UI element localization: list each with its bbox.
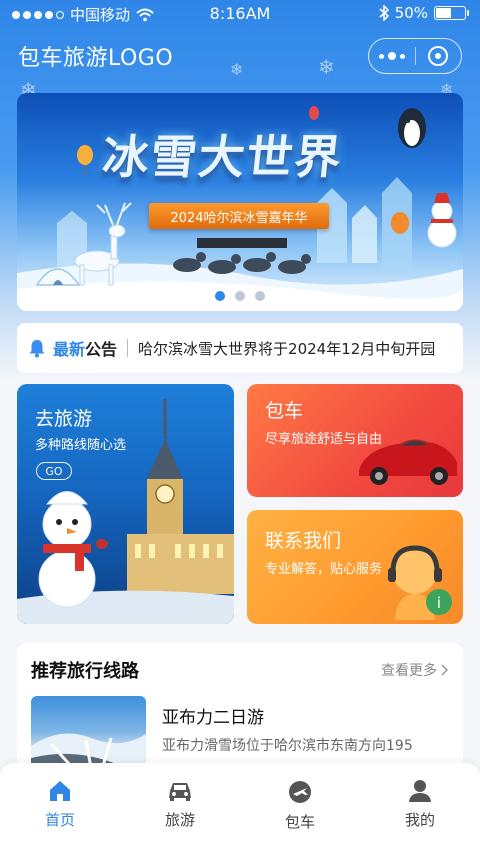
user-icon bbox=[409, 780, 431, 802]
tab-charter[interactable]: 包车 bbox=[240, 763, 360, 845]
car-icon bbox=[169, 783, 191, 801]
notice-label-highlight: 最新 bbox=[53, 340, 86, 359]
tab-home[interactable]: 首页 bbox=[0, 763, 120, 845]
tab-label: 我的 bbox=[404, 811, 435, 829]
snowflake-icon: ❄ bbox=[230, 60, 244, 79]
bell-icon bbox=[29, 340, 45, 358]
route-title[interactable]: 亚布力二日游 bbox=[162, 703, 264, 728]
notice-label: 公告 bbox=[85, 340, 118, 359]
charter-card-subtitle: 尽享旅途舒适与自由 bbox=[265, 432, 383, 447]
go-button[interactable]: GO bbox=[36, 462, 72, 480]
view-more-label: 查看更多 bbox=[381, 663, 437, 679]
battery-icon bbox=[434, 6, 469, 20]
app-title: 包车旅游LOGO bbox=[18, 46, 174, 71]
status-bar: 中国移动 8:16AM 50% bbox=[0, 0, 480, 28]
banner-dot[interactable] bbox=[255, 291, 265, 301]
banner-subtitle: 2024哈尔滨冰雪嘉年华 bbox=[149, 203, 329, 229]
bluetooth-icon bbox=[379, 5, 389, 21]
notice-text: 哈尔滨冰雪大世界将于2024年12月中旬开园 bbox=[138, 339, 436, 358]
tab-label: 包车 bbox=[284, 813, 315, 831]
miniprogram-capsule bbox=[368, 38, 462, 74]
banner-pagination bbox=[17, 291, 463, 301]
tab-profile[interactable]: 我的 bbox=[360, 763, 480, 845]
chevron-right-icon bbox=[441, 664, 449, 676]
banner-dot[interactable] bbox=[235, 291, 245, 301]
view-more-link[interactable]: 查看更多 bbox=[381, 660, 449, 680]
contact-card[interactable]: i 联系我们 专业解答，贴心服务 bbox=[247, 510, 463, 624]
more-options-button[interactable] bbox=[369, 39, 415, 73]
route-description: 亚布力滑雪场位于哈尔滨市东南方向195 bbox=[162, 738, 413, 754]
tab-travel[interactable]: 旅游 bbox=[120, 763, 240, 845]
contact-card-title: 联系我们 bbox=[265, 530, 342, 552]
tour-card[interactable]: 去旅游 多种路线随心选 GO bbox=[17, 384, 234, 624]
travel-icon bbox=[289, 781, 311, 803]
banner-title: 冰雪大世界 bbox=[99, 130, 346, 184]
svg-text:i: i bbox=[437, 594, 441, 612]
notice-divider bbox=[127, 339, 129, 357]
snowflake-icon: ❄ bbox=[318, 55, 335, 79]
charter-card-title: 包车 bbox=[265, 400, 304, 422]
tour-card-title: 去旅游 bbox=[35, 408, 93, 430]
bottom-tab-bar: 首页 旅游 包车 我的 bbox=[0, 763, 480, 845]
home-icon bbox=[50, 781, 70, 801]
promo-banner[interactable]: 冰雪大世界 2024哈尔滨冰雪嘉年华 bbox=[17, 93, 463, 311]
section-title: 推荐旅行线路 bbox=[31, 661, 139, 682]
target-icon bbox=[428, 46, 449, 66]
battery-level bbox=[436, 8, 451, 18]
tab-label: 首页 bbox=[44, 811, 75, 829]
tour-card-subtitle: 多种路线随心选 bbox=[35, 438, 127, 453]
charter-card[interactable]: 包车 尽享旅途舒适与自由 bbox=[247, 384, 463, 497]
battery-percent: 50% bbox=[394, 4, 428, 22]
announcement-bar[interactable]: 最新 公告 哈尔滨冰雪大世界将于2024年12月中旬开园 bbox=[17, 323, 463, 373]
more-dot bbox=[378, 53, 384, 59]
more-dot bbox=[399, 53, 405, 59]
more-dot bbox=[387, 52, 396, 60]
close-miniprogram-button[interactable] bbox=[416, 39, 462, 73]
banner-dot[interactable] bbox=[215, 291, 225, 301]
contact-card-subtitle: 专业解答，贴心服务 bbox=[265, 562, 383, 577]
tab-label: 旅游 bbox=[164, 811, 195, 829]
